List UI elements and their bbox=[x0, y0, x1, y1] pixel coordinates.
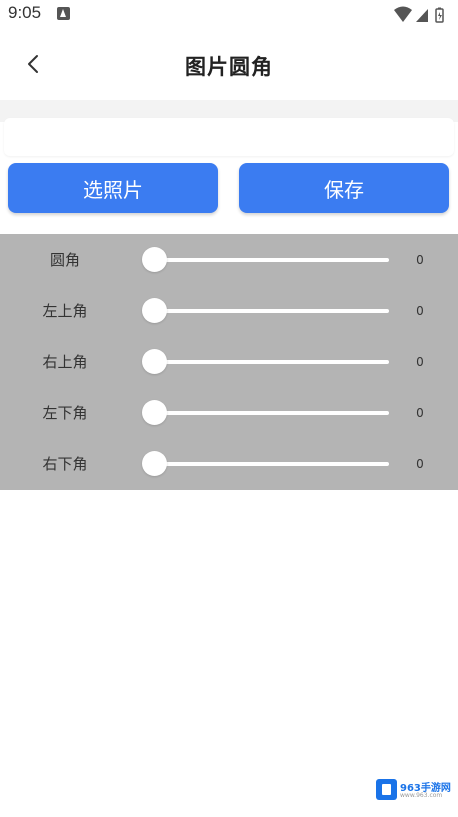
slider-value: 0 bbox=[416, 457, 424, 471]
slider-value: 0 bbox=[416, 355, 424, 369]
slider-row-top-right: 右上角 0 bbox=[0, 336, 458, 387]
slider-track[interactable] bbox=[145, 360, 389, 364]
cellular-signal-icon bbox=[416, 9, 428, 22]
slider-thumb[interactable] bbox=[142, 298, 167, 323]
slider-thumb[interactable] bbox=[142, 400, 167, 425]
slider-track[interactable] bbox=[145, 258, 389, 262]
save-button[interactable]: 保存 bbox=[239, 163, 449, 213]
slider-label: 右上角 bbox=[42, 353, 88, 371]
slider-label: 右下角 bbox=[42, 455, 88, 473]
slider-thumb[interactable] bbox=[142, 349, 167, 374]
pick-photo-button[interactable]: 选照片 bbox=[8, 163, 218, 213]
slider-track[interactable] bbox=[145, 309, 389, 313]
slider-track[interactable] bbox=[145, 462, 389, 466]
wifi-icon bbox=[394, 6, 412, 22]
watermark-subtext: www.963.com bbox=[400, 792, 443, 799]
slider-row-bottom-left: 左下角 0 bbox=[0, 387, 458, 438]
slider-thumb[interactable] bbox=[142, 247, 167, 272]
watermark-logo: 963手游网 www.963.com bbox=[375, 778, 451, 802]
slider-value: 0 bbox=[416, 253, 424, 267]
slider-track[interactable] bbox=[145, 411, 389, 415]
slider-row-radius: 圆角 0 bbox=[0, 234, 458, 285]
site-logo-icon bbox=[376, 779, 397, 800]
status-icons bbox=[392, 6, 452, 23]
battery-icon bbox=[435, 7, 444, 23]
slider-label: 圆角 bbox=[49, 251, 80, 269]
slider-value: 0 bbox=[416, 406, 424, 420]
corner-radius-panel: 圆角 0 左上角 0 右上角 0 左下角 0 右下角 0 bbox=[0, 234, 458, 490]
slider-value: 0 bbox=[416, 304, 424, 318]
slider-row-bottom-right: 右下角 0 bbox=[0, 438, 458, 489]
slider-row-top-left: 左上角 0 bbox=[0, 285, 458, 336]
app-notification-icon bbox=[57, 7, 70, 20]
image-preview-area bbox=[4, 118, 454, 156]
slider-thumb[interactable] bbox=[142, 451, 167, 476]
status-time: 9:05 bbox=[8, 3, 42, 22]
page-title: 图片圆角 bbox=[185, 55, 273, 79]
title-bar: 图片圆角 bbox=[0, 30, 458, 100]
slider-label: 左上角 bbox=[42, 302, 88, 320]
slider-label: 左下角 bbox=[42, 404, 88, 422]
status-bar: 9:05 bbox=[0, 0, 458, 30]
